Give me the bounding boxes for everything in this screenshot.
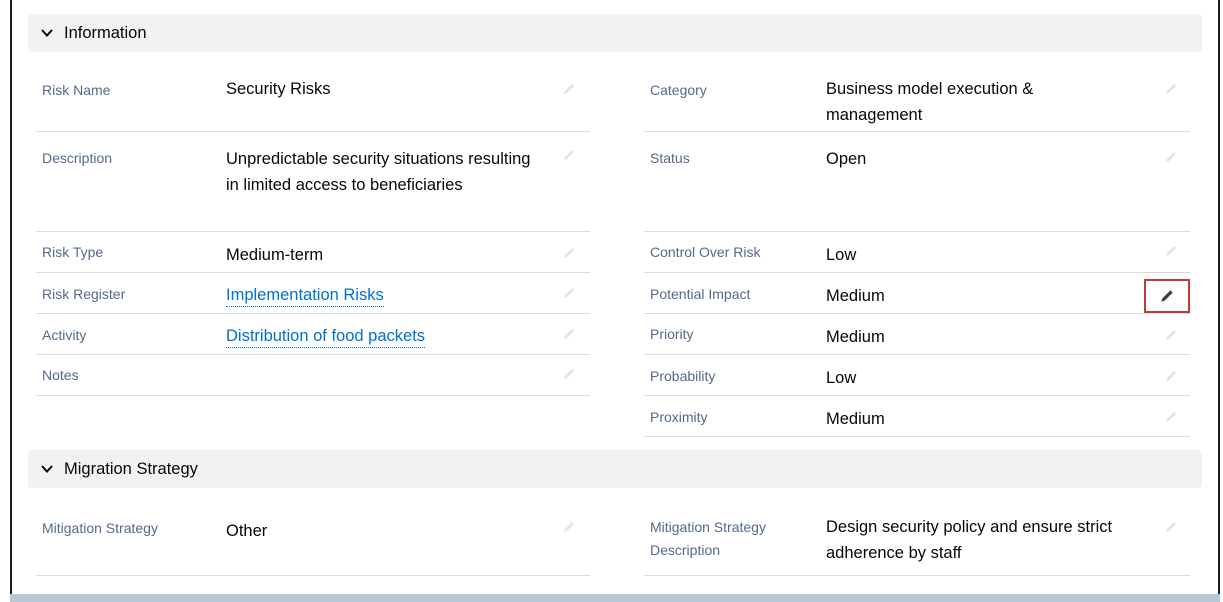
field-label: Risk Name: [42, 82, 111, 98]
field-priority: Priority Medium: [644, 314, 1190, 355]
field-risk-register: Risk Register Implementation Risks: [36, 273, 590, 314]
risk-register-link[interactable]: Implementation Risks: [226, 284, 384, 307]
field-value: Open: [826, 150, 867, 168]
pencil-icon[interactable]: [1164, 328, 1178, 342]
pencil-icon[interactable]: [562, 327, 576, 341]
field-risk-name: Risk Name Security Risks: [36, 76, 590, 132]
field-label: Risk Type: [42, 244, 104, 260]
field-category: Category Business model execution & mana…: [644, 76, 1190, 132]
pencil-icon[interactable]: [562, 82, 576, 96]
field-label: Category: [650, 82, 707, 98]
field-label: Priority: [650, 326, 694, 342]
field-potential-impact: Potential Impact Medium: [644, 273, 1190, 314]
pencil-icon: [1161, 290, 1173, 302]
field-label: Notes: [42, 367, 79, 383]
pencil-icon[interactable]: [1164, 369, 1178, 383]
edit-potential-impact-button[interactable]: [1144, 279, 1190, 313]
field-label: Description: [42, 150, 113, 166]
pencil-icon[interactable]: [562, 148, 576, 162]
field-description: Description Unpredictable security situa…: [36, 132, 590, 232]
field-value: Medium-term: [226, 246, 324, 264]
pencil-icon[interactable]: [1164, 410, 1178, 424]
field-value: Security Risks: [226, 80, 331, 98]
field-probability: Probability Low: [644, 355, 1190, 396]
pencil-icon[interactable]: [1164, 520, 1178, 534]
field-value: Design security policy and ensure strict…: [826, 518, 1113, 562]
field-value: Medium: [826, 328, 885, 346]
field-mitigation-strategy: Mitigation Strategy Other: [36, 508, 590, 576]
field-label: Mitigation Strategy Description: [650, 519, 766, 558]
field-activity: Activity Distribution of food packets: [36, 314, 590, 355]
field-label: Probability: [650, 368, 716, 384]
field-notes: Notes: [36, 355, 590, 396]
field-label: Mitigation Strategy: [42, 520, 158, 536]
field-control-over-risk: Control Over Risk Low: [644, 232, 1190, 273]
field-label: Potential Impact: [650, 286, 751, 302]
field-risk-type: Risk Type Medium-term: [36, 232, 590, 273]
pencil-icon[interactable]: [562, 520, 576, 534]
field-value: Low: [826, 369, 857, 387]
bottom-edge: [10, 594, 1220, 602]
field-value: Unpredictable security situations result…: [226, 150, 531, 194]
field-label: Proximity: [650, 409, 708, 425]
field-value: Business model execution & management: [826, 80, 1034, 124]
activity-link[interactable]: Distribution of food packets: [226, 325, 426, 348]
field-proximity: Proximity Medium: [644, 396, 1190, 437]
pencil-icon[interactable]: [562, 246, 576, 260]
section-header-migration-strategy[interactable]: Migration Strategy: [28, 450, 1202, 488]
pencil-icon[interactable]: [1164, 82, 1178, 96]
field-label: Risk Register: [42, 286, 126, 302]
chevron-down-icon: [41, 29, 53, 37]
pencil-icon[interactable]: [1164, 244, 1178, 258]
section-header-information[interactable]: Information: [28, 14, 1202, 52]
chevron-down-icon: [41, 465, 53, 473]
pencil-icon[interactable]: [1164, 150, 1178, 164]
field-value: Medium: [826, 410, 885, 428]
pencil-icon[interactable]: [562, 286, 576, 300]
field-label: Control Over Risk: [650, 244, 761, 260]
field-value: Low: [826, 246, 857, 264]
field-mitigation-strategy-description: Mitigation Strategy Description Design s…: [644, 508, 1190, 576]
field-value: Other: [226, 522, 268, 540]
section-title: Migration Strategy: [64, 459, 198, 478]
field-value: Medium: [826, 287, 885, 305]
section-title: Information: [64, 23, 147, 42]
field-status: Status Open: [644, 132, 1190, 232]
pencil-icon[interactable]: [562, 367, 576, 381]
field-label: Activity: [42, 327, 87, 343]
field-label: Status: [650, 150, 690, 166]
